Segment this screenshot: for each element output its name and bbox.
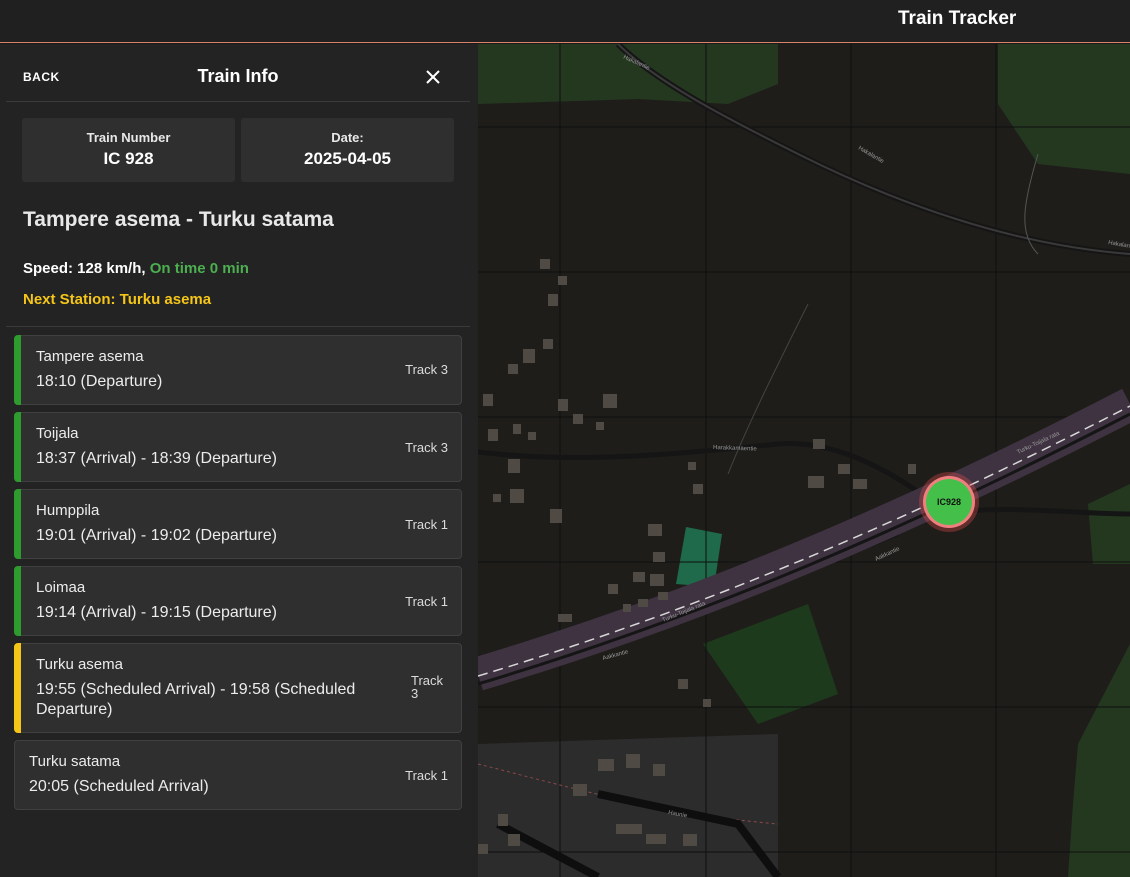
date-label: Date: [331, 130, 364, 145]
stop-times: 19:01 (Arrival) - 19:02 (Departure) [36, 527, 277, 544]
stop-track: Track 3 [405, 440, 448, 455]
road-label: Aakkantie [874, 546, 901, 563]
stop-name: Humppila [36, 502, 100, 519]
stop-name: Loimaa [36, 579, 86, 596]
panel-title: Train Info [197, 66, 279, 86]
train-info-panel: BACK Train Info Train Number IC 928 Date… [0, 44, 478, 877]
field-area [703, 604, 838, 724]
app-title: Train Tracker [898, 8, 1017, 29]
stop-times: 19:55 (Scheduled Arrival) - 19:58 (Sched… [36, 681, 356, 718]
stop-name: Turku satama [29, 753, 121, 770]
road-label: Hakalantie [857, 146, 885, 166]
date-value: 2025-04-05 [304, 149, 391, 168]
stop-card[interactable]: Loimaa 19:14 (Arrival) - 19:15 (Departur… [14, 566, 462, 636]
route-title: Tampere asema - Turku satama [23, 208, 334, 231]
status-bar-passed [14, 489, 21, 559]
next-station: Next Station: Turku asema [23, 291, 212, 308]
status-bar-passed [14, 566, 21, 636]
stop-name: Tampere asema [36, 348, 144, 365]
stop-name: Turku asema [36, 656, 123, 673]
marker-label: IC928 [937, 497, 961, 507]
train-marker[interactable]: IC928 [919, 472, 979, 532]
top-bar: Train Tracker [0, 0, 1130, 43]
status-bar-passed [14, 412, 21, 482]
speed-text: Speed: 128 km/h, [23, 260, 146, 277]
stop-card[interactable]: Humppila 19:01 (Arrival) - 19:02 (Depart… [14, 489, 462, 559]
stop-card[interactable]: Turku satama 20:05 (Scheduled Arrival) T… [14, 740, 462, 810]
train-number-label: Train Number [86, 130, 171, 145]
train-number-box: Train Number IC 928 [22, 118, 235, 182]
train-number-value: IC 928 [103, 149, 154, 168]
stop-times: 20:05 (Scheduled Arrival) [29, 778, 209, 795]
close-icon[interactable] [424, 68, 442, 86]
stop-times: 18:10 (Departure) [36, 373, 163, 390]
forest-area [1088, 484, 1130, 564]
stop-card[interactable]: Toijala 18:37 (Arrival) - 18:39 (Departu… [14, 412, 462, 482]
map-view[interactable]: Hakalantie Hakalantie Hakalantie Harakka… [478, 44, 1130, 877]
stop-card[interactable]: Tampere asema 18:10 (Departure) Track 3 [14, 335, 462, 405]
stop-track: Track 3 [405, 362, 448, 377]
date-box: Date: 2025-04-05 [241, 118, 454, 182]
speed-status-line: Speed: 128 km/h, On time 0 min [23, 260, 249, 277]
forest-area [1068, 644, 1130, 877]
stop-times: 18:37 (Arrival) - 18:39 (Departure) [36, 450, 277, 467]
status-bar-next [14, 643, 21, 733]
map-canvas[interactable]: Hakalantie Hakalantie Hakalantie Harakka… [478, 44, 1130, 877]
stop-track: Track 1 [405, 594, 448, 609]
stop-times: 19:14 (Arrival) - 19:15 (Departure) [36, 604, 277, 621]
stop-card[interactable]: Turku asema 19:55 (Scheduled Arrival) - … [14, 643, 462, 733]
stop-name: Toijala [36, 425, 79, 442]
on-time-status: On time 0 min [149, 260, 249, 277]
status-bar-passed [14, 335, 21, 405]
divider [6, 326, 470, 327]
forest-area [998, 44, 1130, 174]
road-label: Aakkantie [602, 649, 630, 662]
panel-header: BACK Train Info [6, 44, 470, 102]
stop-track: Track 3 [411, 673, 444, 701]
stop-track: Track 1 [405, 517, 448, 532]
stop-track: Track 1 [405, 768, 448, 783]
